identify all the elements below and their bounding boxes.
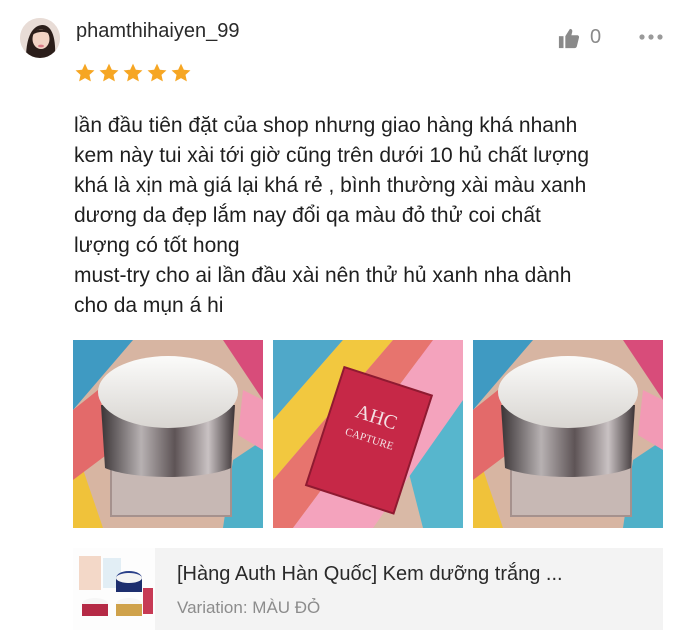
star-icon	[147, 63, 167, 82]
review-photo-3[interactable]	[473, 340, 663, 528]
like-button[interactable]: 0	[558, 26, 601, 49]
review-text-line: dương da đẹp lắm nay đổi qa màu đỏ thử c…	[74, 204, 541, 227]
review-text-line: lượng có tốt hong	[74, 234, 240, 257]
rating-stars	[74, 62, 192, 84]
star-icon	[171, 63, 191, 82]
review-text-line: kem này tui xài tới giờ cũng trên dưới 1…	[74, 144, 590, 167]
avatar-image	[20, 18, 60, 58]
review-photo-1[interactable]	[73, 340, 263, 528]
review-text-line: lần đầu tiên đặt của shop nhưng giao hàn…	[74, 114, 578, 137]
product-thumbnail-image	[73, 548, 155, 630]
star-icon	[75, 63, 95, 82]
review-text-line: must-try cho ai lần đầu xài nên thử hủ x…	[74, 264, 572, 287]
star-icon	[123, 63, 143, 82]
product-thumbnail	[73, 548, 155, 630]
review-text-line: khá là xịn mà giá lại khá rẻ , bình thườ…	[74, 174, 587, 197]
ahc-box-image: AHC CAPTURE	[273, 340, 463, 528]
review-text-line: cho da mụn á hi	[74, 294, 224, 317]
review-text: lần đầu tiên đặt của shop nhưng giao hàn…	[74, 111, 664, 321]
product-title[interactable]: [Hàng Auth Hàn Quốc] Kem dưỡng trắng ...	[177, 563, 563, 586]
star-icon	[99, 63, 119, 82]
product-variation: Variation: MÀU ĐỎ	[177, 598, 321, 617]
product-card[interactable]: [Hàng Auth Hàn Quốc] Kem dưỡng trắng ...…	[73, 548, 663, 630]
review-photo-2[interactable]: AHC CAPTURE	[273, 340, 463, 528]
cream-jar-image	[473, 340, 663, 528]
more-dots-icon	[639, 34, 663, 40]
reviewer-username[interactable]: phamthihaiyen_99	[76, 20, 239, 43]
like-count: 0	[590, 26, 602, 48]
more-options-button[interactable]	[637, 26, 665, 53]
cream-jar-image	[73, 340, 263, 528]
avatar[interactable]	[20, 18, 60, 58]
thumbs-up-icon	[558, 28, 580, 48]
